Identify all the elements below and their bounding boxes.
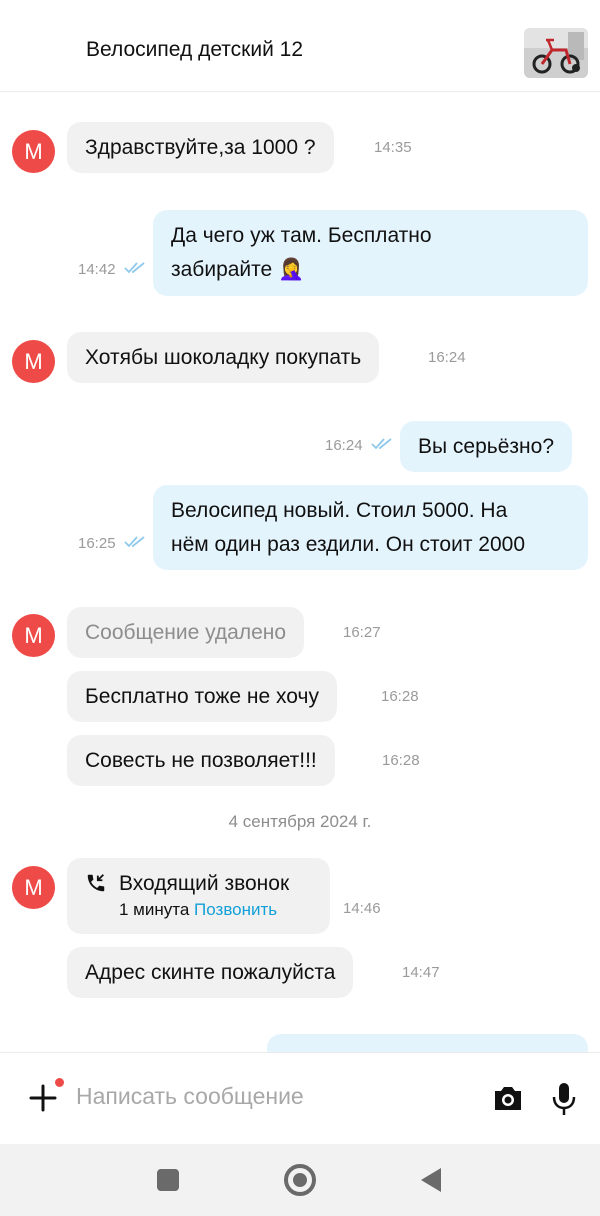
incoming-message[interactable]: Адрес скинте пожалуйста	[67, 947, 354, 998]
call-details: 1 минута Позвонить	[119, 900, 277, 920]
read-ticks-icon	[124, 262, 145, 274]
message-line: Велосипед новый. Стоил 5000. На	[171, 498, 508, 522]
outgoing-message[interactable]: Велосипед новый. Стоил 5000. На нём один…	[153, 485, 588, 570]
message-time-row: 16:25	[78, 535, 146, 552]
message-time: 16:28	[381, 688, 419, 705]
avatar[interactable]: М	[12, 866, 55, 909]
incoming-message[interactable]: Хотябы шоколадку покупать	[67, 332, 380, 383]
message-time: 16:28	[382, 752, 420, 769]
message-line: Да чего уж там. Бесплатно	[171, 224, 432, 247]
listing-thumbnail[interactable]	[524, 28, 588, 78]
message-time: 14:42	[78, 261, 116, 278]
read-ticks-icon	[371, 438, 392, 450]
outgoing-message[interactable]: Вы серьёзно?	[400, 421, 572, 472]
deleted-message[interactable]: Сообщение удалено	[67, 607, 305, 658]
call-back-link[interactable]: Позвонить	[194, 900, 277, 919]
date-separator: 4 сентября 2024 г.	[228, 812, 372, 831]
message-text: Хотябы шоколадку покупать	[85, 345, 362, 369]
message-text: Сообщение удалено	[85, 620, 287, 644]
avatar[interactable]: М	[12, 130, 55, 173]
avatar[interactable]: М	[12, 340, 55, 383]
message-text: Здравствуйте,за 1000 ?	[85, 135, 316, 159]
chat-header: Велосипед детский 12	[0, 0, 600, 92]
message-time: 14:46	[343, 900, 381, 917]
message-time: 16:24	[428, 349, 466, 366]
plus-icon[interactable]	[28, 1083, 58, 1113]
home-icon[interactable]	[284, 1164, 316, 1196]
message-time: 16:27	[343, 624, 381, 641]
back-icon[interactable]	[421, 1168, 441, 1192]
message-line: забирайте 🤦‍♀️	[171, 258, 305, 281]
notification-dot	[53, 1076, 66, 1089]
message-text: Адрес скинте пожалуйста	[85, 960, 336, 984]
message-line: нём один раз ездили. Он стоит 2000	[171, 532, 526, 556]
system-navigation-bar	[0, 1144, 600, 1216]
call-message[interactable]: Входящий звонок 1 минута Позвонить	[67, 858, 330, 934]
listing-title[interactable]: Велосипед детский 12	[86, 38, 303, 62]
outgoing-message-partial[interactable]	[267, 1034, 588, 1052]
incoming-message[interactable]: Здравствуйте,за 1000 ?	[67, 122, 334, 173]
message-time-row: 16:24	[325, 437, 393, 454]
phone-incoming-icon	[87, 874, 105, 892]
message-text: Совесть не позволяет!!!	[85, 748, 317, 772]
message-time: 14:47	[402, 964, 440, 981]
outgoing-message[interactable]: Да чего уж там. Бесплатно забирайте 🤦‍♀️	[153, 210, 588, 296]
avatar[interactable]: М	[12, 614, 55, 657]
call-title: Входящий звонок	[119, 872, 290, 895]
message-time: 16:24	[325, 437, 363, 454]
recents-icon[interactable]	[157, 1169, 179, 1191]
message-input[interactable]: Написать сообщение	[76, 1083, 304, 1110]
message-time: 16:25	[78, 535, 116, 552]
message-time: 14:35	[374, 139, 412, 156]
message-list[interactable]: М Здравствуйте,за 1000 ? 14:35 14:42 Да …	[0, 92, 600, 1052]
incoming-message[interactable]: Совесть не позволяет!!!	[67, 735, 335, 786]
message-text: Вы серьёзно?	[418, 434, 554, 458]
camera-icon[interactable]	[492, 1083, 524, 1113]
message-text: Бесплатно тоже не хочу	[85, 684, 319, 708]
microphone-icon[interactable]	[550, 1081, 578, 1117]
call-duration: 1 минута	[119, 900, 190, 919]
message-composer: Написать сообщение	[0, 1052, 600, 1144]
read-ticks-icon	[124, 536, 145, 548]
incoming-message[interactable]: Бесплатно тоже не хочу	[67, 671, 337, 722]
message-time-row: 14:42	[78, 261, 146, 278]
